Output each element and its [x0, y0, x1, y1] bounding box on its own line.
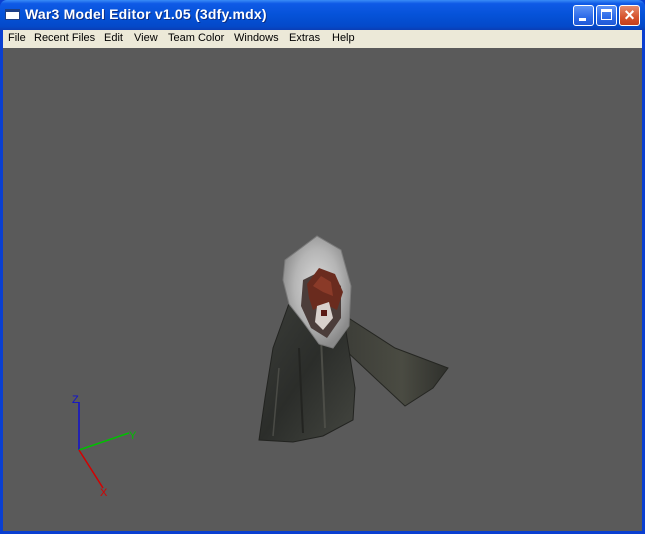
menu-windows[interactable]: Windows [234, 32, 279, 44]
menu-bar: File Recent Files Edit View Team Color W… [3, 30, 642, 48]
close-button[interactable]: × [619, 5, 640, 26]
menu-file[interactable]: File [8, 32, 26, 44]
z-axis-label: Z [72, 394, 79, 406]
title-bar[interactable]: War3 Model Editor v1.05 (3dfy.mdx) × [0, 0, 645, 30]
maximize-button[interactable] [596, 5, 617, 26]
menu-edit[interactable]: Edit [104, 32, 123, 44]
axis-gizmo: Z Y X [72, 394, 137, 499]
x-axis-line [78, 449, 104, 489]
menu-extras[interactable]: Extras [289, 32, 320, 44]
robed-figure-model [258, 235, 449, 443]
y-axis-label: Y [129, 430, 137, 442]
menu-recent-files[interactable]: Recent Files [34, 32, 95, 44]
menu-help[interactable]: Help [332, 32, 355, 44]
window-title: War3 Model Editor v1.05 (3dfy.mdx) [25, 6, 267, 22]
minimize-icon [579, 18, 586, 21]
x-axis-label: X [100, 487, 108, 499]
minimize-button[interactable] [573, 5, 594, 26]
app-window-icon [5, 9, 20, 20]
close-icon: × [624, 5, 635, 25]
viewport-canvas: Z Y X [72, 235, 449, 499]
model-viewport[interactable]: Z Y X [3, 48, 642, 531]
maximize-icon [601, 9, 612, 20]
menu-view[interactable]: View [134, 32, 158, 44]
app-window: War3 Model Editor v1.05 (3dfy.mdx) × Fil… [0, 0, 645, 534]
menu-team-color[interactable]: Team Color [168, 32, 224, 44]
y-axis-line [78, 432, 130, 451]
